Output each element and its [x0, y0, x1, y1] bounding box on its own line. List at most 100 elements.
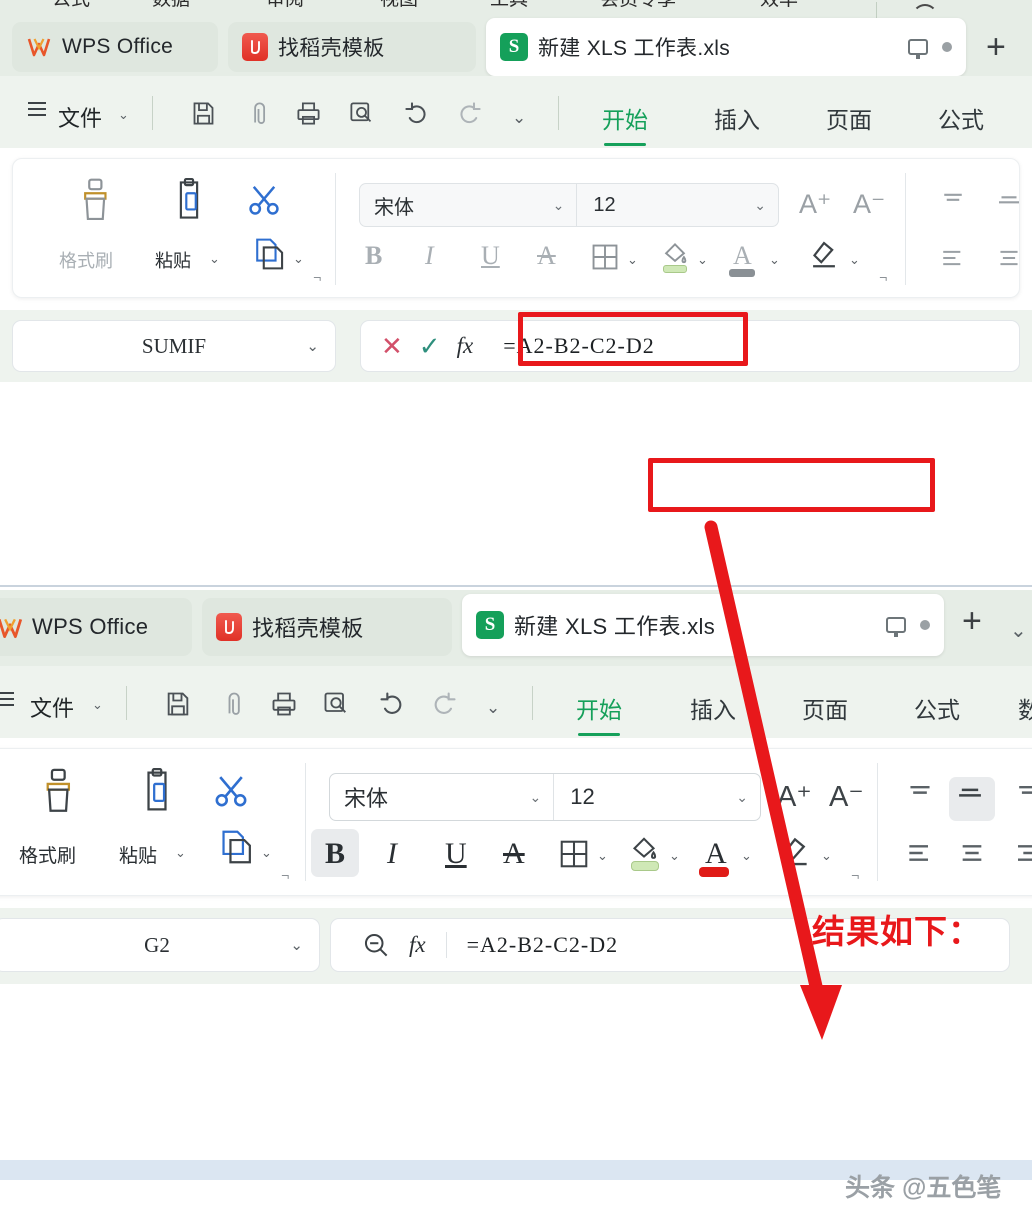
align-top-right-icon-bottom[interactable] — [1011, 783, 1032, 805]
ribbon-tab-insert-bottom[interactable]: 插入 — [690, 691, 736, 725]
bold-button[interactable]: B — [365, 241, 382, 271]
underline-button-bottom[interactable]: U — [445, 837, 467, 871]
insert-function-icon-bottom[interactable]: fx — [409, 932, 426, 958]
font-color-button-bottom[interactable]: A — [705, 837, 727, 871]
print-preview-icon-bottom[interactable] — [322, 690, 350, 718]
print-preview-icon[interactable] — [348, 100, 375, 127]
clear-format-caret-icon[interactable]: ⌄ — [849, 252, 860, 268]
bg-menu-item-0[interactable]: 公式 — [52, 0, 90, 11]
menu-file-caret-icon[interactable]: ⌄ — [118, 107, 129, 123]
font-size-caret-icon-bottom[interactable]: ⌄ — [736, 789, 760, 806]
cancel-formula-icon[interactable]: ✕ — [381, 333, 403, 359]
clear-format-icon[interactable] — [809, 239, 839, 269]
fill-color-icon[interactable] — [661, 239, 689, 265]
monitor-icon-bottom[interactable] — [886, 617, 906, 637]
clipboard-dialog-launcher-icon-bottom[interactable]: ⌐ — [281, 867, 289, 883]
font-color-button[interactable]: A — [733, 241, 752, 271]
new-tab-button-bottom[interactable]: + — [962, 604, 982, 638]
align-center-icon-bottom[interactable] — [957, 841, 987, 865]
undo-icon-bottom[interactable] — [378, 690, 406, 718]
menu-hamburger-icon-bottom[interactable] — [0, 692, 14, 710]
paste-label[interactable]: 粘贴 — [155, 247, 191, 273]
borders-icon-bottom[interactable] — [559, 839, 589, 869]
tab-template-store[interactable]: 找稻壳模板 — [228, 22, 476, 72]
font-size-value-bottom[interactable]: 12 — [554, 784, 594, 810]
copy-caret-icon[interactable]: ⌄ — [293, 251, 304, 267]
shrink-font-button-bottom[interactable]: A⁻ — [829, 779, 864, 814]
status-dot-icon[interactable] — [942, 42, 952, 52]
bold-button-bottom[interactable]: B — [325, 837, 345, 871]
font-color-swatch-bottom[interactable] — [699, 867, 729, 877]
quick-access-more-caret-icon-bottom[interactable]: ⌄ — [486, 698, 500, 718]
tab-active-document-bottom[interactable]: S 新建 XLS 工作表.xls — [462, 594, 944, 656]
ribbon-tab-page[interactable]: 页面 — [826, 101, 872, 135]
fill-color-caret-icon[interactable]: ⌄ — [697, 252, 708, 268]
align-right-icon-bottom[interactable] — [1011, 841, 1032, 865]
copy-caret-icon-bottom[interactable]: ⌄ — [261, 845, 272, 861]
save-icon-bottom[interactable] — [164, 690, 192, 718]
underline-button[interactable]: U — [481, 241, 500, 271]
new-tab-button[interactable]: + — [986, 30, 1006, 64]
menu-file-caret-icon-bottom[interactable]: ⌄ — [92, 697, 103, 713]
print-icon-bottom[interactable] — [270, 690, 298, 718]
tab-overflow-caret-icon[interactable]: ⌄ — [1010, 618, 1027, 643]
italic-button[interactable]: I — [425, 241, 434, 271]
bg-menu-item-2[interactable]: 审阅 — [266, 0, 304, 11]
paste-icon-bottom[interactable] — [135, 767, 179, 815]
strikethrough-button[interactable]: A — [537, 241, 556, 271]
attach-icon-bottom[interactable] — [219, 690, 247, 718]
fill-color-swatch[interactable] — [663, 265, 687, 273]
font-color-swatch[interactable] — [729, 269, 755, 277]
paste-caret-icon[interactable]: ⌄ — [209, 251, 220, 267]
italic-button-bottom[interactable]: I — [387, 837, 397, 871]
ribbon-tab-insert[interactable]: 插入 — [714, 101, 760, 135]
paste-label-bottom[interactable]: 粘贴 — [119, 841, 157, 868]
menu-file-bottom[interactable]: 文件 — [30, 691, 74, 723]
insert-function-icon[interactable]: fx — [457, 333, 474, 359]
bg-menu-item-4[interactable]: 工具 — [490, 0, 528, 11]
ribbon-tab-page-bottom[interactable]: 页面 — [802, 691, 848, 725]
bg-menu-item-3[interactable]: 视图 — [380, 0, 418, 11]
shrink-font-button[interactable]: A⁻ — [853, 189, 885, 220]
font-name-value-bottom[interactable]: 宋体 — [330, 781, 388, 813]
ribbon-tab-data-bottom[interactable]: 数据 — [1018, 691, 1032, 725]
confirm-formula-icon[interactable]: ✓ — [419, 333, 441, 359]
font-name-value[interactable]: 宋体 — [360, 191, 414, 220]
fill-color-swatch-bottom[interactable] — [631, 861, 659, 871]
align-top-icon[interactable] — [939, 191, 967, 211]
name-box-bottom-caret-icon[interactable]: ⌄ — [290, 936, 303, 954]
borders-caret-icon[interactable]: ⌄ — [627, 252, 638, 268]
format-painter-label-bottom[interactable]: 格式刷 — [19, 841, 76, 868]
ribbon-tab-home[interactable]: 开始 — [602, 101, 648, 146]
font-name-caret-icon-bottom[interactable]: ⌄ — [530, 789, 554, 806]
redo-icon-bottom[interactable] — [430, 690, 458, 718]
font-size-caret-icon[interactable]: ⌄ — [754, 197, 778, 214]
clipboard-dialog-launcher-icon[interactable]: ⌐ — [313, 269, 321, 285]
quick-access-more-caret-icon[interactable]: ⌄ — [512, 108, 526, 128]
align-top-icon-bottom[interactable] — [905, 783, 935, 805]
strikethrough-button-bottom[interactable]: A — [503, 837, 525, 871]
format-painter-icon[interactable] — [75, 177, 117, 223]
clear-format-caret-icon-bottom[interactable]: ⌄ — [821, 848, 832, 864]
font-color-caret-icon-bottom[interactable]: ⌄ — [741, 848, 752, 864]
paste-caret-icon-bottom[interactable]: ⌄ — [175, 845, 186, 861]
align-middle-icon-bottom[interactable] — [955, 783, 985, 805]
menu-file[interactable]: 文件 — [58, 101, 102, 133]
menu-hamburger-icon[interactable] — [28, 102, 46, 120]
align-left-icon-bottom[interactable] — [905, 841, 935, 865]
bg-menu-item-6[interactable]: 效率 — [760, 0, 798, 11]
bg-menu-item-1[interactable]: 数据 — [152, 0, 190, 11]
format-painter-icon-bottom[interactable] — [37, 767, 81, 815]
status-dot-icon-bottom[interactable] — [920, 620, 930, 630]
font-dialog-launcher-icon-bottom[interactable]: ⌐ — [851, 867, 859, 883]
align-middle-icon[interactable] — [995, 191, 1023, 211]
name-box-top[interactable]: SUMIF ⌄ — [12, 320, 336, 372]
font-size-value[interactable]: 12 — [577, 194, 615, 217]
attach-icon[interactable] — [245, 100, 272, 127]
copy-icon-bottom[interactable] — [219, 829, 253, 865]
ribbon-tab-formula[interactable]: 公式 — [938, 101, 984, 135]
monitor-icon[interactable] — [908, 39, 928, 59]
zoom-search-icon[interactable] — [363, 932, 389, 958]
grow-font-button-bottom[interactable]: A⁺ — [777, 779, 812, 814]
align-left-icon[interactable] — [939, 247, 967, 269]
